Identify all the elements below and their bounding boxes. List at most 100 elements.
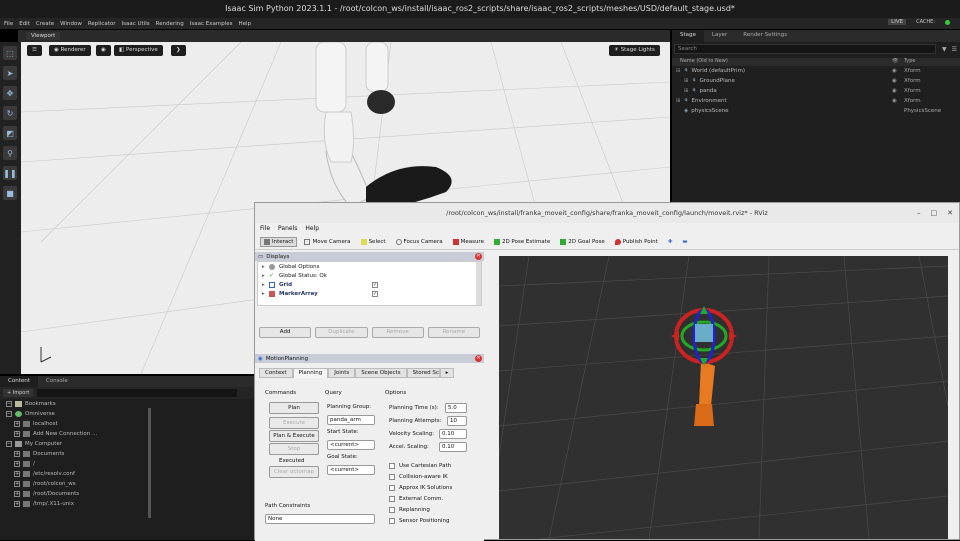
camera-button[interactable]: ◧ Perspective [114,45,163,56]
display-item[interactable]: ▸ ✓ Global Status: Ok [258,271,481,280]
stop-button[interactable]: Stop [269,443,319,455]
tab-planning[interactable]: Planning [292,368,329,378]
menu-isaac-examples[interactable]: Isaac Examples [190,21,233,27]
marker-checkbox[interactable]: ✓ [372,290,378,297]
close-icon[interactable]: ✕ [475,253,482,260]
accel-scaling-input[interactable]: 0.10 [439,442,467,452]
tab-render-settings[interactable]: Render Settings [735,30,795,42]
content-row[interactable]: − My Computer [0,439,254,449]
menu-create[interactable]: Create [36,21,54,27]
goal-state-select[interactable]: <current> [327,465,375,475]
tab-stage[interactable]: Stage [672,30,704,42]
menu-help[interactable]: Help [238,21,251,27]
menu-file[interactable]: File [4,21,13,27]
live-badge[interactable]: LIVE [888,19,907,25]
eye-icon[interactable]: ◉ [892,88,904,94]
rename-button[interactable]: Rename [427,327,480,338]
display-item[interactable]: ▸ Grid ✓ [258,280,481,289]
planning-time-input[interactable]: 5.0 [445,403,467,413]
content-row[interactable]: +/root/Documents [0,489,254,499]
tool-2d-goal-pose[interactable]: 2D Goal Pose [557,238,608,246]
replanning-checkbox[interactable] [389,507,395,513]
external-comm-checkbox[interactable] [389,496,395,502]
stage-options-icon[interactable]: ☰ [952,46,957,53]
settings-icon[interactable]: ☰ [27,45,42,56]
tool-select[interactable]: Select [358,238,389,246]
tab-layer[interactable]: Layer [704,30,735,42]
move-tool-icon[interactable]: ✥ [3,86,17,100]
path-constraints-select[interactable]: None [265,514,375,524]
add-tool-button[interactable]: ✚ [665,238,676,246]
display-item[interactable]: ▸ MarkerArray ✓ [258,289,481,298]
content-row[interactable]: − Omniverse [0,409,254,419]
tool-publish-point[interactable]: Publish Point [612,238,661,246]
display-item[interactable]: ▸ Global Options [258,262,481,271]
approx-ik-checkbox[interactable] [389,485,395,491]
collision-ik-checkbox[interactable] [389,474,395,480]
scale-tool-icon[interactable]: ◩ [3,126,17,140]
rviz-3d-view[interactable] [499,256,948,539]
start-state-select[interactable]: <current> [327,440,375,450]
content-row[interactable]: +/etc/resolv.conf [0,469,254,479]
menu-help[interactable]: Help [305,225,319,232]
plan-execute-button[interactable]: Plan & Execute [269,430,319,442]
cartesian-path-checkbox[interactable] [389,463,395,469]
tabs-scroll-right-icon[interactable]: ▸ [439,368,455,378]
tool-focus-camera[interactable]: Focus Camera [393,238,446,246]
content-row[interactable]: +/root/colcon_ws [0,479,254,489]
content-row[interactable]: + localhost [0,419,254,429]
menu-rendering[interactable]: Rendering [156,21,184,27]
tool-move-camera[interactable]: Move Camera [301,238,353,246]
remove-button[interactable]: Remove [371,327,424,338]
grid-checkbox[interactable]: ✓ [372,281,378,288]
clear-octomap-button[interactable]: Clear octomap [269,466,319,478]
content-scrollbar[interactable] [148,408,151,518]
content-row[interactable]: + / [0,459,254,469]
path-field[interactable] [37,389,238,397]
stage-row[interactable]: ⊞ ⚘ GroundPlane ◉ Xform [672,76,960,86]
stage-lights-button[interactable]: ☀ Stage Lights [609,45,660,56]
velocity-scaling-input[interactable]: 0.10 [439,429,467,439]
rotate-tool-icon[interactable]: ↻ [3,106,17,120]
content-row[interactable]: + Add New Connection ... [0,429,254,439]
planning-group-select[interactable]: panda_arm [327,415,375,425]
stage-row[interactable]: ◈ physicsScene PhysicsScene [672,106,960,116]
tab-joints[interactable]: Joints [328,368,356,378]
stage-row[interactable]: ⊞ ⚘ panda ◉ Xform [672,86,960,96]
expand-chevron-icon[interactable]: ❯ [171,45,186,56]
minimize-icon[interactable]: – [917,203,921,223]
duplicate-button[interactable]: Duplicate [315,327,368,338]
tool-measure[interactable]: Measure [450,238,487,246]
plan-button[interactable]: Plan [269,402,319,414]
menu-file[interactable]: File [260,225,270,232]
select-tool-icon[interactable]: ⬚ [3,46,17,60]
stage-row[interactable]: ⊟ ⚘ World (defaultPrim) ◉ Xform [672,66,960,76]
tab-stored-scenes[interactable]: Stored Scenes [406,368,440,378]
menu-isaac-utils[interactable]: Isaac Utils [122,21,150,27]
content-row[interactable]: +/tmp/.X11-unix [0,499,254,509]
filter-icon[interactable]: ▼ [942,46,947,53]
maximize-icon[interactable]: □ [931,203,938,223]
tool-2d-pose-estimate[interactable]: 2D Pose Estimate [491,238,553,246]
tool-interact[interactable]: Interact [260,236,298,247]
import-button[interactable]: + Import [3,389,34,397]
stage-search-input[interactable]: Search [674,44,936,54]
tab-console[interactable]: Console [38,376,76,387]
tab-content[interactable]: Content [0,376,38,387]
close-icon[interactable]: ✕ [475,355,482,362]
pause-icon[interactable]: ❚❚ [3,166,17,180]
tab-context[interactable]: Context [259,368,293,378]
tab-scene-objects[interactable]: Scene Objects [355,368,407,378]
execute-button[interactable]: Execute [269,417,319,429]
menu-replicator[interactable]: Replicator [88,21,116,27]
sensor-positioning-checkbox[interactable] [389,518,395,524]
remove-tool-button[interactable]: ▬ [679,238,690,246]
close-icon[interactable]: ✕ [947,203,953,223]
eye-icon[interactable]: ◉ [892,68,904,74]
stage-row[interactable]: ⊞ ⚘ Environment ◉ Xform [672,96,960,106]
eye-icon[interactable]: ◉ [96,45,111,56]
menu-panels[interactable]: Panels [278,225,297,232]
renderer-button[interactable]: ◉ Renderer [49,45,91,56]
menu-edit[interactable]: Edit [19,21,30,27]
viewport-tab[interactable]: Viewport [26,32,61,40]
